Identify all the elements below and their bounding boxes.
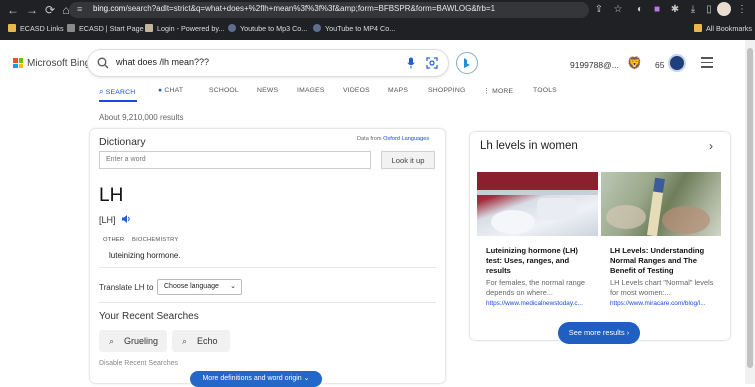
copilot-button[interactable]: [456, 52, 478, 74]
search-tabs: ⌕ SEARCH ● CHAT SCHOOL NEWS IMAGES VIDEO…: [0, 84, 755, 104]
address-bar[interactable]: ≡ bing.com/search?adlt=strict&q=what+doe…: [69, 2, 589, 18]
result-thumbnail[interactable]: [477, 172, 598, 236]
lh-levels-card: [469, 131, 731, 341]
result-title[interactable]: Luteinizing hormone (LH) test: Uses, ran…: [486, 246, 592, 276]
scrollbar-thumb[interactable]: [747, 48, 753, 368]
extension-purple-icon[interactable]: ■: [650, 3, 664, 17]
result-link[interactable]: https://www.miracare.com/blog/l...: [610, 300, 706, 307]
divider: [99, 267, 436, 268]
bookmark-ecasd-links[interactable]: ECASD Links: [8, 24, 64, 33]
recent-search-chip[interactable]: ⌕ Echo: [172, 330, 230, 352]
definition: luteinizing hormone.: [109, 251, 181, 260]
chevron-down-icon: ⌄: [230, 283, 236, 290]
rewards-avatar-icon[interactable]: 🦁: [627, 56, 642, 70]
download-icon[interactable]: ⤓: [686, 3, 700, 17]
visual-search-icon[interactable]: [426, 57, 438, 69]
search-input[interactable]: what does /lh mean???: [116, 57, 209, 67]
search-box[interactable]: what does /lh mean???: [88, 50, 448, 76]
language-select[interactable]: Choose language ⌄: [157, 279, 242, 295]
microsoft-logo-icon[interactable]: [13, 58, 23, 68]
globe-icon: [228, 24, 236, 32]
recent-searches-title: Your Recent Searches: [99, 311, 199, 322]
results-count: About 9,210,000 results: [99, 113, 184, 122]
tab-chat[interactable]: ● CHAT: [158, 87, 183, 94]
url-text: bing.com/search?adlt=strict&q=what+does+…: [93, 4, 496, 13]
tab-shopping[interactable]: SHOPPING: [428, 87, 465, 94]
search-icon: ⌕: [109, 336, 115, 346]
look-it-up-button[interactable]: Look it up: [381, 151, 435, 169]
puzzle-icon[interactable]: ✱: [668, 3, 682, 17]
search-tab-icon: ⌕: [99, 87, 104, 96]
tab-search[interactable]: ⌕ SEARCH: [99, 87, 135, 97]
more-definitions-button[interactable]: More definitions and word origin ⌄: [190, 371, 322, 387]
part-of-speech: OTHER: [103, 237, 125, 243]
search-icon: [97, 57, 109, 69]
reload-icon[interactable]: ⟳: [43, 3, 57, 17]
bookmark-yt-mp3[interactable]: Youtube to Mp3 Co...: [228, 24, 307, 33]
result-thumbnail[interactable]: [601, 172, 721, 236]
tab-images[interactable]: IMAGES: [297, 87, 325, 94]
all-bookmarks[interactable]: All Bookmarks: [694, 24, 752, 33]
bing-page: Microsoft Bing what does /lh mean??? 919…: [0, 40, 755, 387]
bookmark-star-icon[interactable]: ☆: [611, 3, 625, 17]
speaker-icon[interactable]: [121, 214, 131, 224]
chat-icon: ●: [158, 87, 163, 94]
back-icon[interactable]: ←: [6, 3, 20, 17]
active-tab-indicator: [99, 100, 137, 102]
blood-test-image: [477, 172, 598, 234]
browser-chrome: ← → ⟳ ⌂ ≡ bing.com/search?adlt=strict&q=…: [0, 0, 755, 40]
rewards-medal-icon[interactable]: [668, 54, 686, 72]
tab-school[interactable]: SCHOOL: [209, 87, 239, 94]
recent-search-chip[interactable]: ⌕ Grueling: [99, 330, 167, 352]
tab-videos[interactable]: VIDEOS: [343, 87, 370, 94]
microphone-icon[interactable]: [407, 57, 415, 69]
forward-icon[interactable]: →: [25, 3, 39, 17]
tab-maps[interactable]: MAPS: [388, 87, 408, 94]
page-icon: [67, 24, 75, 32]
pronunciation: [LH]: [99, 215, 116, 225]
chevron-right-icon[interactable]: ›: [709, 139, 713, 153]
brand-name[interactable]: Microsoft Bing: [27, 58, 90, 69]
bookmark-yt-mp4[interactable]: YouTube to MP4 Co...: [313, 24, 395, 33]
headword: LH: [99, 185, 124, 206]
translate-label: Translate LH to: [99, 283, 154, 292]
tab-news[interactable]: NEWS: [257, 87, 278, 94]
disable-recent-searches[interactable]: Disable Recent Searches: [99, 360, 178, 367]
chevron-down-icon: ⌄: [303, 375, 310, 382]
result-snippet: For females, the normal range depends on…: [486, 278, 585, 297]
site-info-icon[interactable]: ≡: [77, 4, 82, 14]
dictionary-title: Dictionary: [99, 136, 146, 148]
folder-icon: [8, 24, 16, 32]
login-icon: [145, 24, 153, 32]
bookmark-login[interactable]: Login - Powered by...: [145, 24, 224, 33]
folder-icon: [694, 24, 702, 32]
word-domain: BIOCHEMISTRY: [132, 237, 179, 243]
bookmark-ecasd-start[interactable]: ECASD | Start Page: [67, 24, 144, 33]
word-input[interactable]: Enter a word: [99, 151, 371, 169]
sidebar-icon[interactable]: ▯: [702, 3, 716, 17]
result-snippet: LH Levels chart "Normal" levels for most…: [610, 278, 714, 297]
oxford-link[interactable]: Oxford Languages: [383, 136, 429, 142]
bing-b-icon: [464, 58, 470, 68]
user-name[interactable]: 9199788@...: [570, 60, 619, 70]
share-icon[interactable]: ⇪: [592, 3, 606, 17]
globe-icon: [313, 24, 321, 32]
side-panel-title[interactable]: Lh levels in women: [480, 140, 578, 152]
profile-avatar[interactable]: [717, 2, 731, 16]
see-more-results-button[interactable]: See more results ›: [558, 322, 640, 344]
menu-dots-icon[interactable]: ⋮: [735, 3, 749, 17]
result-link[interactable]: https://www.medicalnewstoday.c...: [486, 300, 583, 307]
extension-icon[interactable]: ◐: [633, 3, 647, 17]
dictionary-source: Data from Oxford Languages: [357, 136, 430, 142]
hamburger-menu-icon[interactable]: [701, 57, 713, 68]
result-title[interactable]: LH Levels: Understanding Normal Ranges a…: [610, 246, 718, 276]
divider: [99, 302, 436, 303]
search-icon: ⌕: [182, 336, 188, 346]
test-strip-image: [606, 177, 710, 236]
tab-more[interactable]: ⋮ MORE: [483, 87, 513, 95]
rewards-points[interactable]: 65: [655, 60, 664, 70]
tab-tools[interactable]: TOOLS: [533, 87, 557, 94]
chevron-right-icon: ›: [626, 328, 630, 337]
